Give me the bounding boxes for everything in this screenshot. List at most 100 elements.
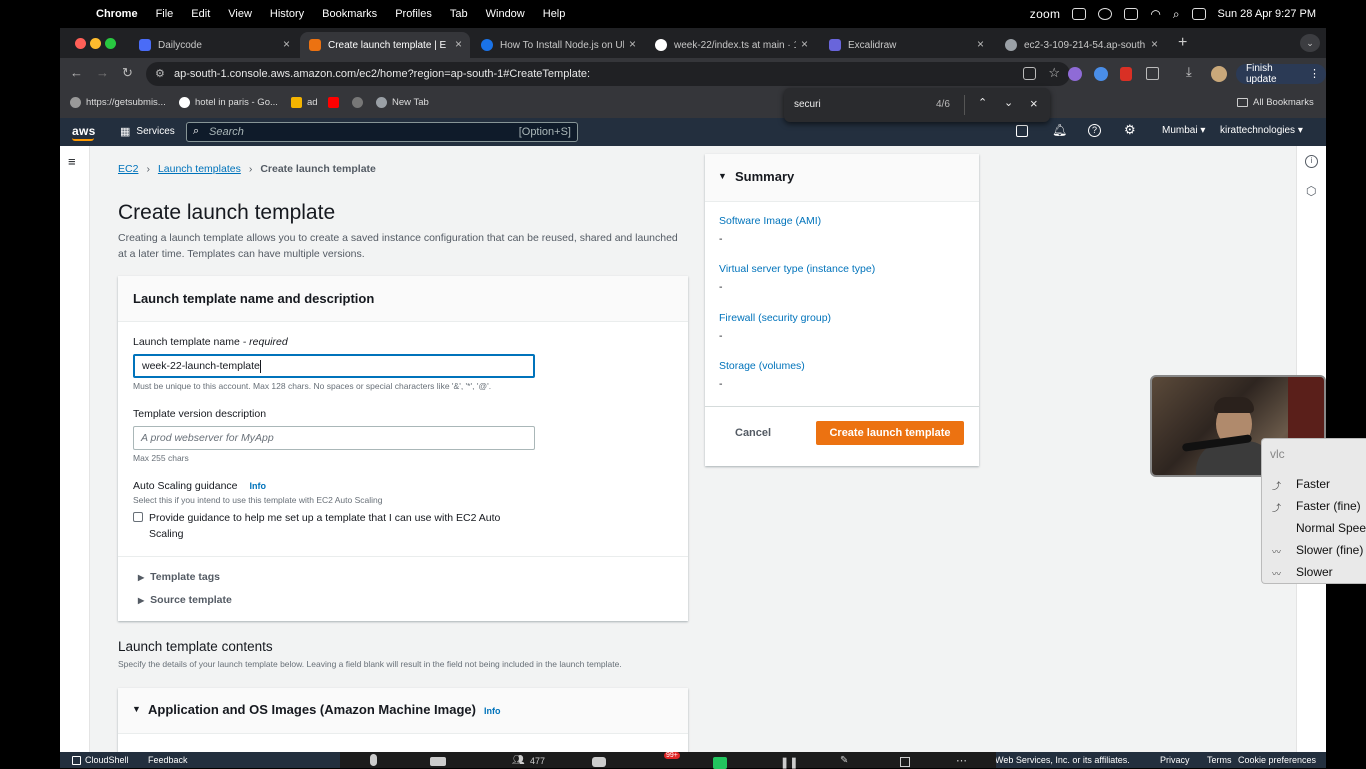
extension-icon[interactable]	[1094, 67, 1108, 81]
status-icon[interactable]	[1098, 8, 1113, 20]
summary-storage-link[interactable]: Storage (volumes)	[719, 360, 805, 372]
vlc-normal-speed[interactable]: Normal Speed	[1296, 521, 1366, 535]
close-tab-icon[interactable]: ×	[977, 37, 984, 51]
close-tab-icon[interactable]: ×	[283, 37, 290, 51]
annotate-pencil-icon[interactable]: ✎	[840, 755, 848, 766]
terms-link[interactable]: Terms	[1207, 755, 1232, 765]
bookmark-item[interactable]: ad	[291, 97, 318, 108]
menu-view[interactable]: View	[228, 8, 252, 20]
translate-icon[interactable]	[1023, 67, 1036, 80]
menu-edit[interactable]: Edit	[191, 8, 210, 20]
vlc-faster-fine[interactable]: Faster (fine)	[1296, 499, 1361, 513]
aws-search-input[interactable]: ⌕ Search [Option+S]	[186, 122, 578, 142]
bookmark-item[interactable]: https://getsubmis...	[70, 97, 166, 108]
bookmark-youtube[interactable]	[328, 97, 339, 108]
close-tab-icon[interactable]: ×	[629, 37, 636, 51]
summary-firewall-link[interactable]: Firewall (security group)	[719, 312, 831, 324]
tab-dailycode[interactable]: Dailycode ×	[130, 32, 298, 58]
menu-bookmarks[interactable]: Bookmarks	[322, 8, 377, 20]
info-link[interactable]: Info	[250, 481, 267, 492]
menu-file[interactable]: File	[156, 8, 174, 20]
menu-window[interactable]: Window	[486, 8, 525, 20]
template-name-input[interactable]: week-22-launch-template	[133, 354, 535, 378]
extensions-puzzle-icon[interactable]	[1146, 67, 1159, 80]
extension-icon[interactable]	[1120, 67, 1132, 81]
vlc-slower[interactable]: Slower	[1296, 565, 1333, 579]
vlc-slower-fine[interactable]: Slower (fine)	[1296, 543, 1363, 557]
new-tab-button[interactable]: +	[1178, 34, 1187, 52]
back-button[interactable]: ←	[70, 66, 83, 80]
bookmark-item[interactable]: hotel in paris - Go...	[179, 97, 278, 108]
menu-app-name[interactable]: Chrome	[96, 8, 138, 20]
close-tab-icon[interactable]: ×	[455, 37, 462, 51]
download-icon[interactable]: ⤓	[1186, 64, 1192, 80]
chat-icon[interactable]	[592, 757, 606, 767]
summary-ami-link[interactable]: Software Image (AMI)	[719, 215, 821, 227]
close-icon[interactable]: ×	[1030, 96, 1038, 111]
breadcrumb-launch-templates[interactable]: Launch templates	[158, 163, 241, 175]
reload-button[interactable]: ↻	[122, 66, 133, 80]
tab-search-button[interactable]: ⌄	[1300, 34, 1320, 52]
forward-button[interactable]: →	[96, 66, 109, 80]
datetime[interactable]: Sun 28 Apr 9:27 PM	[1218, 8, 1316, 20]
status-icon[interactable]	[1072, 8, 1087, 20]
hamburger-menu-icon[interactable]: ≡	[68, 154, 76, 169]
tab-excalidraw[interactable]: Excalidraw ×	[820, 32, 992, 58]
menu-profiles[interactable]: Profiles	[395, 8, 432, 20]
menu-history[interactable]: History	[270, 8, 304, 20]
remote-control-icon[interactable]	[900, 757, 910, 767]
zoom-status-label[interactable]: zoom	[1030, 7, 1061, 21]
extension-icon[interactable]	[1068, 67, 1082, 81]
help-icon[interactable]: ?	[1088, 124, 1101, 137]
battery-icon[interactable]	[1124, 8, 1139, 20]
all-bookmarks-button[interactable]: All Bookmarks	[1237, 97, 1314, 108]
bookmark-item[interactable]: New Tab	[376, 97, 429, 108]
minimize-window-button[interactable]	[90, 38, 101, 49]
auto-scaling-checkbox[interactable]	[133, 512, 143, 522]
address-bar[interactable]: ⚙ ap-south-1.console.aws.amazon.com/ec2/…	[146, 62, 1070, 86]
card-header[interactable]: ▼ Application and OS Images (Amazon Mach…	[118, 688, 688, 734]
feedback-link[interactable]: Feedback	[148, 755, 188, 765]
vlc-faster[interactable]: Faster	[1296, 477, 1330, 491]
services-button[interactable]: ▦ Services	[120, 125, 175, 138]
bookmark-item[interactable]	[352, 97, 363, 108]
tab-create-launch-template[interactable]: Create launch template | EC2 ×	[300, 32, 470, 58]
tab-ec2-instance[interactable]: ec2-3-109-214-54.ap-south ×	[996, 32, 1166, 58]
info-icon[interactable]: i	[1305, 155, 1318, 168]
wifi-icon[interactable]: ◠	[1150, 7, 1160, 21]
close-tab-icon[interactable]: ×	[1151, 37, 1158, 51]
search-icon[interactable]: ⌕	[1173, 7, 1180, 22]
feedback-hex-icon[interactable]: ⬡	[1306, 184, 1316, 198]
close-window-button[interactable]	[75, 38, 86, 49]
privacy-link[interactable]: Privacy	[1160, 755, 1190, 765]
microphone-icon[interactable]	[370, 754, 377, 766]
more-icon[interactable]: ⋯	[956, 754, 967, 767]
cancel-button[interactable]: Cancel	[735, 427, 771, 439]
bookmark-star-icon[interactable]: ☆	[1048, 65, 1060, 81]
summary-header[interactable]: ▼ Summary	[705, 154, 979, 202]
info-link[interactable]: Info	[484, 706, 501, 716]
settings-gear-icon[interactable]: ⚙	[1124, 122, 1136, 138]
template-tags-expander[interactable]: ▶ Template tags	[138, 571, 220, 583]
find-input[interactable]: securi	[794, 99, 821, 110]
menu-tab[interactable]: Tab	[450, 8, 468, 20]
aws-logo[interactable]: aws	[72, 124, 96, 138]
zoom-window-button[interactable]	[105, 38, 116, 49]
profile-avatar[interactable]	[1211, 66, 1227, 82]
tab-nodejs-install[interactable]: How To Install Node.js on Ub ×	[472, 32, 644, 58]
menu-help[interactable]: Help	[543, 8, 566, 20]
cloudshell-button[interactable]: CloudShell	[72, 755, 129, 765]
finish-update-button[interactable]: Finish update ⋮	[1236, 63, 1326, 85]
pause-icon[interactable]: ❚❚	[780, 756, 798, 769]
close-tab-icon[interactable]: ×	[801, 37, 808, 51]
control-center-icon[interactable]	[1191, 8, 1206, 20]
cloudshell-icon[interactable]	[1016, 125, 1028, 137]
notifications-bell-icon[interactable]: 🔔︎	[1052, 123, 1067, 137]
account-menu[interactable]: kirattechnologies ▾	[1220, 125, 1303, 136]
find-next-icon[interactable]: ⌄	[1004, 96, 1013, 109]
cookie-preferences-link[interactable]: Cookie preferences	[1238, 755, 1316, 765]
participants-icon[interactable]: 👥︎	[512, 755, 525, 766]
summary-instance-type-link[interactable]: Virtual server type (instance type)	[719, 263, 875, 275]
region-selector[interactable]: Mumbai ▾	[1162, 125, 1205, 136]
auto-scaling-checkbox-label[interactable]: Provide guidance to help me set up a tem…	[149, 510, 500, 542]
